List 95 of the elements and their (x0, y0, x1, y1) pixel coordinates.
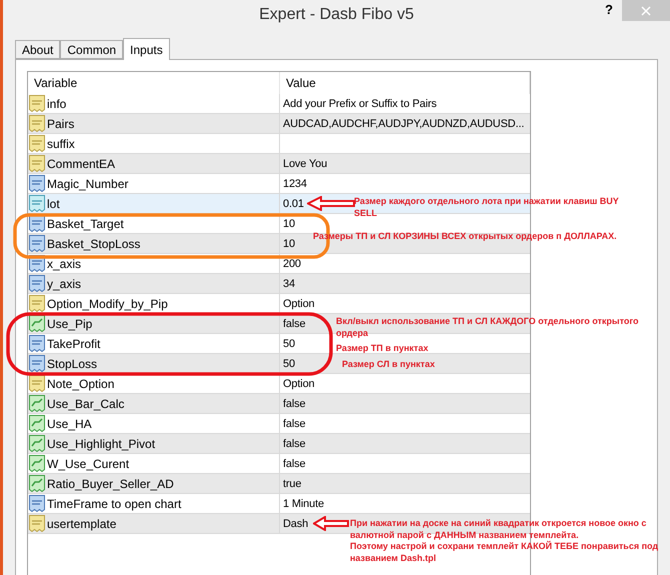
variable-value: false (283, 398, 306, 410)
toggle-type-icon (29, 415, 45, 432)
tab[interactable]: Common (60, 40, 124, 59)
arrow-icon (307, 196, 355, 211)
variable-value: false (283, 438, 306, 450)
close-icon (641, 6, 651, 16)
variable-cell[interactable]: suffix (28, 134, 280, 153)
variable-cell[interactable]: Basket_StopLoss (28, 234, 280, 253)
integer-type-icon (29, 355, 45, 372)
variable-name: Magic_Number (47, 176, 128, 190)
variable-cell[interactable]: Ratio_Buyer_Seller_AD (28, 474, 280, 493)
variable-cell[interactable]: Use_Bar_Calc (28, 394, 280, 413)
variable-name: CommentEA (47, 156, 116, 170)
variable-cell[interactable]: y_axis (28, 274, 280, 293)
annotation-text: При нажатии на доске на синий квадратик откроется новое окно с валютной парой с ДАННЫМ названием темплейта. Поэтому настрой и сохрани темплейт КАКОЙ ТЕБЕ понравиться под названием Dash.tpl (350, 518, 658, 564)
integer-type-icon (29, 275, 45, 292)
string-type-icon (29, 515, 45, 532)
variable-cell[interactable]: CommentEA (28, 154, 280, 173)
toggle-type-icon (29, 315, 45, 332)
annotation-text: Размер ТП в пунктах (336, 343, 428, 354)
variable-value: 200 (283, 258, 301, 270)
variable-value: Option (283, 298, 315, 310)
variable-cell[interactable]: usertemplate (28, 514, 280, 533)
variable-name: Option_Modify_by_Pip (47, 296, 168, 310)
variable-name: Ratio_Buyer_Seller_AD (47, 476, 174, 490)
variable-cell[interactable]: W_Use_Curent (28, 454, 280, 473)
variable-value: 10 (283, 238, 295, 250)
variable-name: W_Use_Curent (47, 456, 130, 470)
string-type-icon (29, 115, 45, 132)
annotation-text: Вкл/выкл использование ТП и СЛ КАЖДОГО отдельного открытого ордера (336, 316, 639, 339)
variable-value: true (283, 478, 302, 490)
string-type-icon (29, 375, 45, 392)
variable-name: Basket_Target (47, 216, 124, 230)
variable-cell[interactable]: TakeProfit (28, 334, 280, 353)
variable-name: Pairs (47, 116, 74, 130)
integer-type-icon (29, 235, 45, 252)
toggle-type-icon (29, 435, 45, 452)
variable-cell[interactable]: StopLoss (28, 354, 280, 373)
toggle-type-icon (29, 475, 45, 492)
variable-value: Option (283, 378, 315, 390)
toggle-type-icon (29, 395, 45, 412)
tab[interactable]: Inputs (123, 38, 170, 60)
string-type-icon (29, 135, 45, 152)
variable-name: StopLoss (47, 356, 98, 370)
variable-value: 0.01 (283, 198, 304, 210)
variable-cell[interactable]: Magic_Number (28, 174, 280, 193)
close-button[interactable] (622, 0, 670, 21)
variable-value: 1 Minute (283, 498, 324, 510)
variable-name: Use_Bar_Calc (47, 396, 124, 410)
integer-type-icon (29, 335, 45, 352)
variable-name: info (47, 96, 66, 110)
help-button[interactable]: ? (601, 2, 617, 17)
variable-cell[interactable]: lot (28, 194, 280, 213)
variable-name: TakeProfit (47, 336, 100, 350)
variable-value: 50 (283, 358, 295, 370)
variable-name: TimeFrame to open chart (47, 496, 182, 510)
variable-name: x_axis (47, 256, 82, 270)
annotation-text: Размер каждого отдельного лота при нажатии клавиш BUY SELL (354, 196, 619, 219)
variable-cell[interactable]: TimeFrame to open chart (28, 494, 280, 513)
variable-value: false (283, 418, 306, 430)
string-type-icon (29, 95, 45, 112)
variable-value: false (283, 318, 306, 330)
variable-name: Use_Highlight_Pivot (47, 436, 156, 450)
annotation-text: Размер СЛ в пунктах (342, 359, 435, 370)
variable-value: 1234 (283, 178, 307, 190)
integer-type-icon (29, 495, 45, 512)
variable-name: Use_HA (47, 416, 92, 430)
variable-name: Basket_StopLoss (47, 236, 140, 250)
variable-name: lot (47, 196, 60, 210)
fraction-type-icon (29, 195, 45, 212)
tab[interactable]: About (15, 40, 60, 59)
variable-value: 34 (283, 278, 295, 290)
variable-name: Use_Pip (47, 316, 92, 330)
variable-cell[interactable]: Option_Modify_by_Pip (28, 294, 280, 313)
integer-type-icon (29, 175, 45, 192)
window-title: Expert - Dasb Fibo v5 (259, 6, 414, 24)
variable-value: 50 (283, 338, 295, 350)
variable-cell[interactable]: Pairs (28, 114, 280, 133)
variable-value: AUDCAD,AUDCHF,AUDJPY,AUDNZD,AUDUSD... (283, 118, 524, 130)
variable-name: suffix (47, 136, 75, 150)
variable-name: usertemplate (47, 516, 116, 530)
variable-value: Add your Prefix or Suffix to Pairs (283, 98, 437, 110)
variable-name: y_axis (47, 276, 82, 290)
variable-value: Love You (283, 158, 328, 170)
variable-cell[interactable]: Use_Highlight_Pivot (28, 434, 280, 453)
variable-name: Note_Option (47, 376, 114, 390)
variable-value: false (283, 458, 306, 470)
toggle-type-icon (29, 455, 45, 472)
variable-cell[interactable]: info (28, 94, 280, 113)
variable-cell[interactable]: Use_HA (28, 414, 280, 433)
string-type-icon (29, 155, 45, 172)
string-type-icon (29, 295, 45, 312)
variable-value: Dash (283, 518, 308, 530)
variable-value: 10 (283, 218, 295, 230)
arrow-icon (313, 516, 349, 531)
